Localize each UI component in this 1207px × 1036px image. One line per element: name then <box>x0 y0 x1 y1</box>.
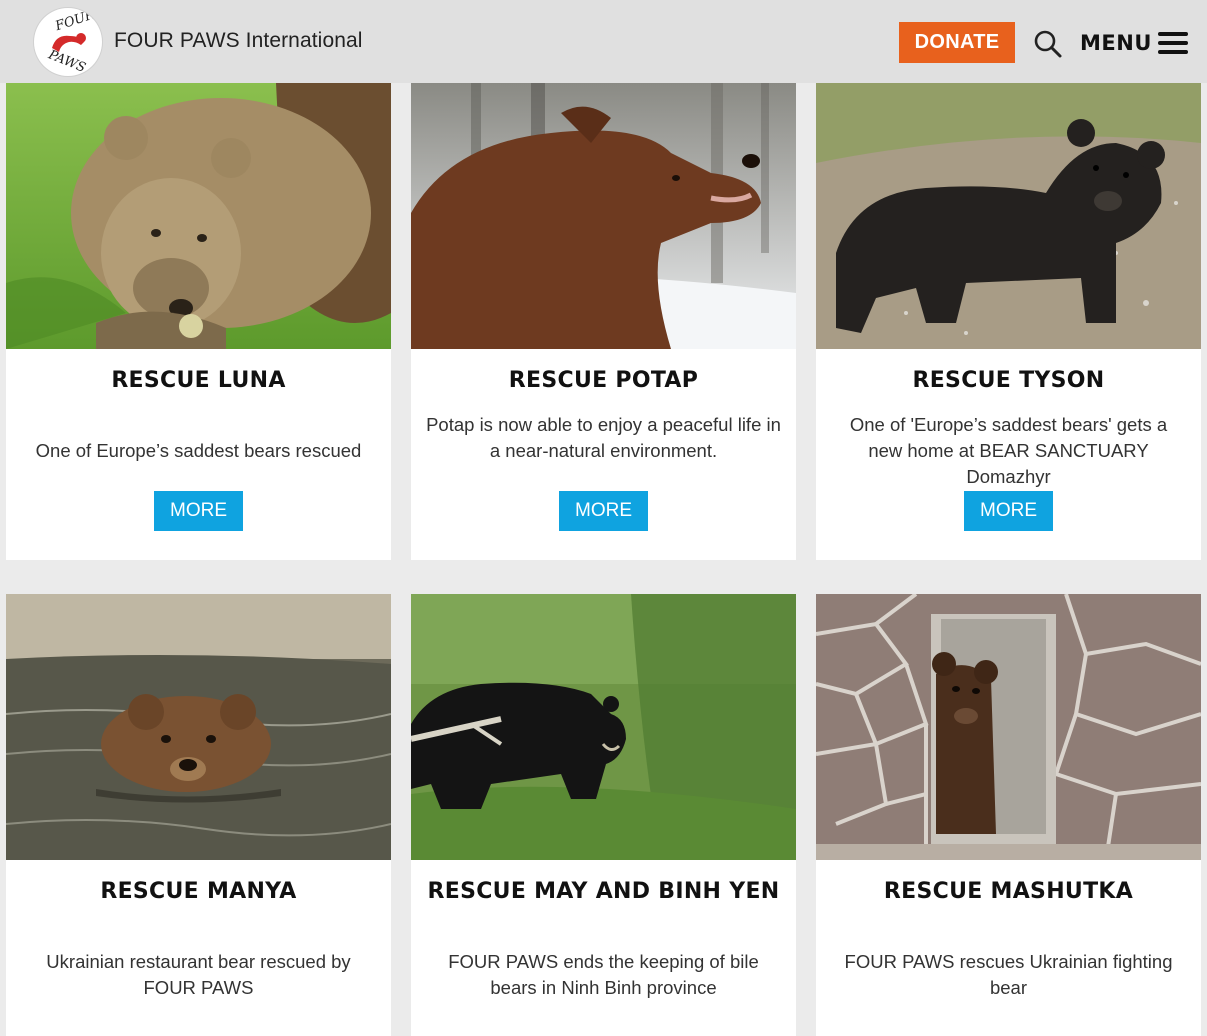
donate-button[interactable]: DONATE <box>899 22 1015 63</box>
bear-photo-manya[interactable] <box>6 594 391 860</box>
brand-name[interactable]: FOUR PAWS International <box>114 29 363 53</box>
card-description: FOUR PAWS rescues Ukrainian fighting bea… <box>844 951 1173 998</box>
rescue-card-mashutka: RESCUE MASHUTKA FOUR PAWS rescues Ukrain… <box>816 594 1201 1036</box>
more-button[interactable]: MORE <box>154 491 243 531</box>
bear-photo-tyson[interactable] <box>816 83 1201 349</box>
more-button[interactable]: MORE <box>964 491 1053 531</box>
card-description: FOUR PAWS ends the keeping of bile bears… <box>448 951 759 998</box>
menu-button[interactable]: MENU <box>1080 28 1188 58</box>
card-title: RESCUE MASHUTKA <box>883 879 1134 904</box>
rescue-card-luna: RESCUE LUNA One of Europe’s saddest bear… <box>6 83 391 560</box>
card-title: RESCUE LUNA <box>111 368 286 393</box>
card-description: Ukrainian restaurant bear rescued by FOU… <box>46 951 351 998</box>
bear-photo-mashutka[interactable] <box>816 594 1201 860</box>
four-paws-logo[interactable]: FOUR PAWS <box>34 8 102 76</box>
site-header: FOUR PAWS FOUR PAWS International DONATE… <box>0 0 1207 83</box>
card-title: RESCUE TYSON <box>912 368 1105 393</box>
search-icon[interactable] <box>1032 28 1064 60</box>
card-description: One of Europe’s saddest bears rescued <box>35 440 362 461</box>
card-title: RESCUE MAY AND BINH YEN <box>427 879 780 904</box>
bear-photo-may-binh-yen[interactable] <box>411 594 796 860</box>
bear-photo-luna[interactable] <box>6 83 391 349</box>
card-description: One of 'Europe’s saddest bears' gets a n… <box>849 414 1168 487</box>
card-title: RESCUE MANYA <box>100 879 297 904</box>
hamburger-menu-icon <box>1157 32 1188 54</box>
more-button[interactable]: MORE <box>559 491 648 531</box>
card-title: RESCUE POTAP <box>508 368 699 393</box>
rescue-card-may-binh-yen: RESCUE MAY AND BINH YEN FOUR PAWS ends t… <box>411 594 796 1036</box>
menu-label: MENU <box>1080 31 1152 55</box>
bear-photo-potap[interactable] <box>411 83 796 349</box>
rescue-card-manya: RESCUE MANYA Ukrainian restaurant bear r… <box>6 594 391 1036</box>
card-description: Potap is now able to enjoy a peaceful li… <box>426 414 781 461</box>
rescue-card-potap: RESCUE POTAP Potap is now able to enjoy … <box>411 83 796 560</box>
rescue-card-tyson: RESCUE TYSON One of 'Europe’s saddest be… <box>816 83 1201 560</box>
